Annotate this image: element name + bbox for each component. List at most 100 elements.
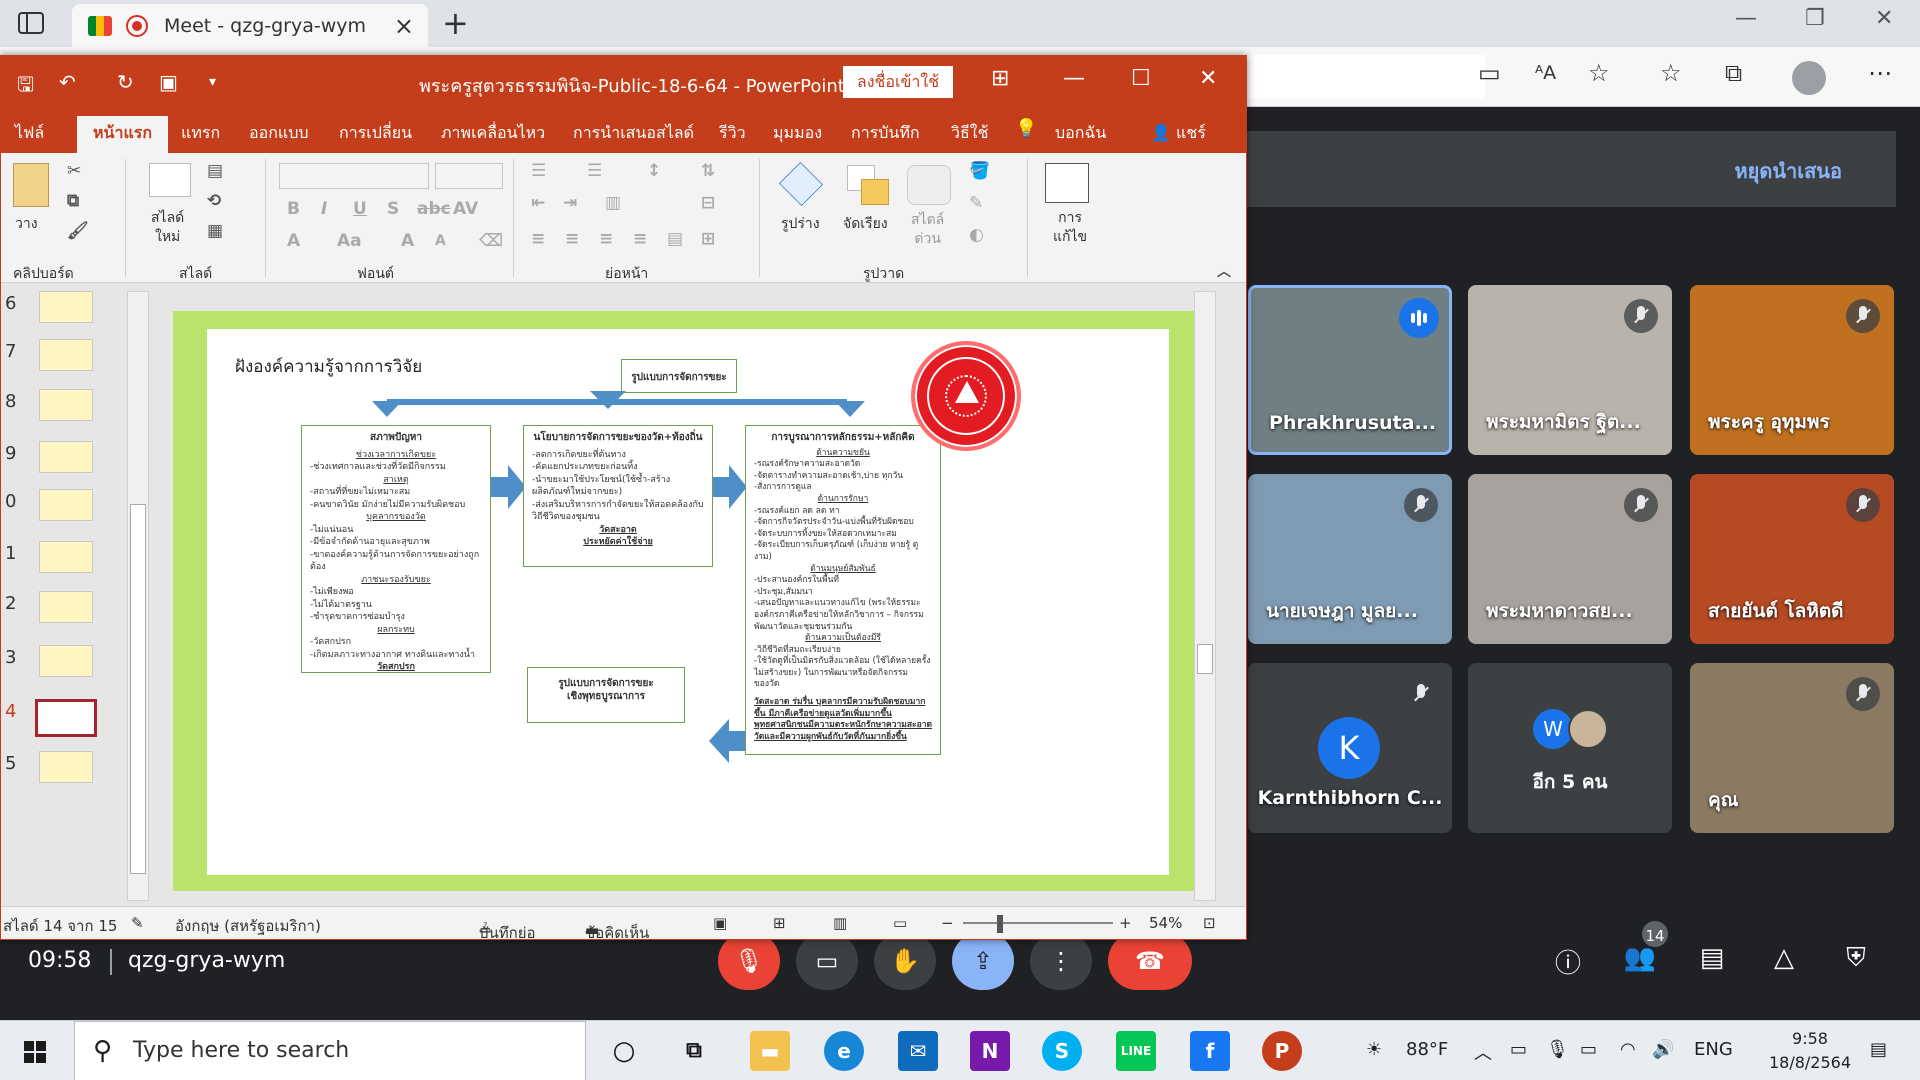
distributed-icon[interactable]: ▤ [667, 229, 683, 249]
zoom-level[interactable]: 54% [1149, 914, 1182, 932]
quick-styles-icon[interactable] [907, 165, 951, 205]
participant-tile[interactable]: W อีก 5 คน [1468, 663, 1672, 833]
tab-file[interactable]: ไฟล์ [15, 121, 44, 146]
skype-icon[interactable]: S [1042, 1031, 1082, 1071]
participant-tile[interactable]: พระมหาดาวสย... [1468, 474, 1672, 644]
bullets-icon[interactable]: ☰ [531, 161, 546, 181]
font-size-box[interactable] [435, 163, 503, 189]
address-bar[interactable] [1245, 55, 1485, 99]
present-now-button[interactable]: ⇪ [952, 932, 1014, 990]
ppt-maximize-button[interactable]: ☐ [1131, 66, 1151, 91]
align-text-icon[interactable]: ⊟ [701, 193, 715, 213]
section-icon[interactable]: ▦ [207, 221, 223, 241]
line-app-icon[interactable]: LINE [1116, 1031, 1156, 1071]
tab-close-icon[interactable]: × [394, 12, 414, 40]
italic-icon[interactable]: I [321, 199, 327, 219]
scroll-thumb[interactable] [130, 504, 146, 874]
slide-thumbnail[interactable] [39, 441, 93, 473]
font-color-icon[interactable]: A [287, 231, 300, 251]
collections-icon[interactable]: ⧉ [1725, 59, 1742, 87]
participant-tile[interactable]: คุณ [1690, 663, 1894, 833]
customize-toolbar-icon[interactable]: ▾ [209, 74, 216, 90]
save-icon[interactable]: 🖫 [17, 70, 34, 104]
slide-thumbnail[interactable] [39, 751, 93, 783]
tray-expand-icon[interactable]: ︿ [1474, 1039, 1492, 1065]
powerpoint-taskbar-icon[interactable]: P [1262, 1031, 1302, 1071]
slide-thumbnail[interactable] [39, 389, 93, 421]
windows-start-icon[interactable] [24, 1041, 46, 1063]
zoom-slider-thumb[interactable] [997, 915, 1003, 933]
ppt-minimize-button[interactable]: — [1063, 66, 1085, 91]
more-menu-icon[interactable]: ⋯ [1868, 59, 1892, 87]
favorites-icon[interactable]: ☆ [1660, 59, 1682, 87]
tab-transitions[interactable]: การเปลี่ยน [339, 121, 412, 146]
line-spacing-icon[interactable]: ↕ [647, 161, 661, 181]
input-language[interactable]: ENG [1694, 1039, 1733, 1060]
tab-home[interactable]: หน้าแรก [77, 116, 169, 156]
microphone-off-button[interactable]: 🎙 [718, 932, 780, 990]
tab-animations[interactable]: ภาพเคลื่อนไหว [441, 121, 545, 146]
chat-icon[interactable]: ▤ [1692, 943, 1732, 983]
shape-outline-icon[interactable]: ✎ [969, 193, 983, 213]
reset-icon[interactable]: ⟲ [207, 191, 221, 211]
slide-thumbnail[interactable] [39, 291, 93, 323]
increase-indent-icon[interactable]: ⇥ [563, 193, 577, 213]
cut-icon[interactable]: ✂ [67, 161, 81, 181]
tab-review[interactable]: รีวิว [719, 121, 746, 146]
language-indicator[interactable]: อังกฤษ (สหรัฐอเมริกา) [175, 914, 321, 938]
tab-slideshow[interactable]: การนำเสนอสไลด์ [573, 121, 694, 146]
thumbnail-scrollbar[interactable] [127, 291, 149, 901]
smartart-icon[interactable]: ⊞ [701, 229, 715, 249]
fit-slide-icon[interactable]: ⊡ [1203, 914, 1216, 932]
slide-scroll-thumb[interactable] [1197, 644, 1213, 674]
start-from-beginning-icon[interactable]: ▣ [159, 70, 178, 94]
participant-tile[interactable]: พระมหามิตร ฐิต... [1468, 285, 1672, 455]
zoom-slider[interactable] [963, 922, 1113, 924]
mail-icon[interactable]: ✉ [898, 1031, 938, 1071]
layout-icon[interactable]: ▤ [207, 161, 223, 181]
clear-formatting-icon[interactable]: ⌫ [479, 231, 503, 251]
shapes-icon[interactable] [778, 161, 824, 207]
facebook-icon[interactable]: f [1190, 1031, 1230, 1071]
tab-help[interactable]: วิธีใช้ [951, 121, 988, 146]
taskbar-search-box[interactable]: ⚲ Type here to search [74, 1021, 586, 1080]
leave-call-button[interactable]: ☎ [1108, 932, 1192, 990]
bold-icon[interactable]: B [287, 199, 300, 219]
find-icon[interactable] [1045, 163, 1089, 203]
stop-presenting-button[interactable]: หยุดนำเสนอ [1734, 155, 1842, 187]
tab-actions-icon[interactable] [18, 12, 44, 34]
normal-view-icon[interactable]: ▣ [713, 914, 727, 932]
ribbon-display-icon[interactable]: ⊞ [991, 66, 1009, 91]
slide-scrollbar[interactable] [1194, 291, 1216, 901]
participant-tile[interactable]: สายยันต์ โลหิตดี [1690, 474, 1894, 644]
slide-thumbnail[interactable] [39, 645, 93, 677]
slide-thumbnail[interactable] [39, 541, 93, 573]
volume-icon[interactable]: 🔊 [1652, 1039, 1674, 1060]
cortana-icon[interactable]: ○ [604, 1031, 644, 1071]
increase-font-icon[interactable]: A [401, 231, 414, 251]
camera-permission-icon[interactable]: ▭ [1478, 59, 1501, 87]
zoom-out-button[interactable]: − [941, 914, 954, 932]
battery-icon[interactable]: ▭ [1580, 1039, 1597, 1060]
microphone-tray-icon[interactable]: 🎙 [1546, 1039, 1569, 1060]
slide-sorter-icon[interactable]: ⊞ [773, 914, 786, 932]
task-view-icon[interactable]: ⧉ [674, 1031, 714, 1071]
profile-avatar[interactable] [1792, 61, 1826, 95]
slideshow-icon[interactable]: ▭ [893, 914, 907, 932]
copy-icon[interactable]: ⧉ [67, 191, 79, 211]
redo-icon[interactable]: ↻ [117, 70, 134, 94]
slide-thumbnail[interactable] [39, 489, 93, 521]
strikethrough-icon[interactable]: abc [417, 199, 451, 219]
participant-tile[interactable]: Phrakhrusuta... [1248, 285, 1452, 455]
new-slide-icon[interactable] [149, 163, 191, 197]
numbering-icon[interactable]: ☰ [587, 161, 602, 181]
browser-tab-meet[interactable]: Meet - qzg-grya-wym × [72, 4, 428, 47]
tab-view[interactable]: มุมมอง [773, 121, 822, 146]
char-spacing-icon[interactable]: AV [453, 199, 478, 219]
more-options-button[interactable]: ⋮ [1030, 932, 1092, 990]
decrease-font-icon[interactable]: A [435, 233, 446, 249]
slide-thumbnail[interactable] [39, 339, 93, 371]
wifi-icon[interactable]: ◠ [1620, 1039, 1636, 1060]
weather-icon[interactable]: ☀ [1366, 1039, 1382, 1060]
meet-now-icon[interactable]: ▭ [1510, 1039, 1527, 1060]
